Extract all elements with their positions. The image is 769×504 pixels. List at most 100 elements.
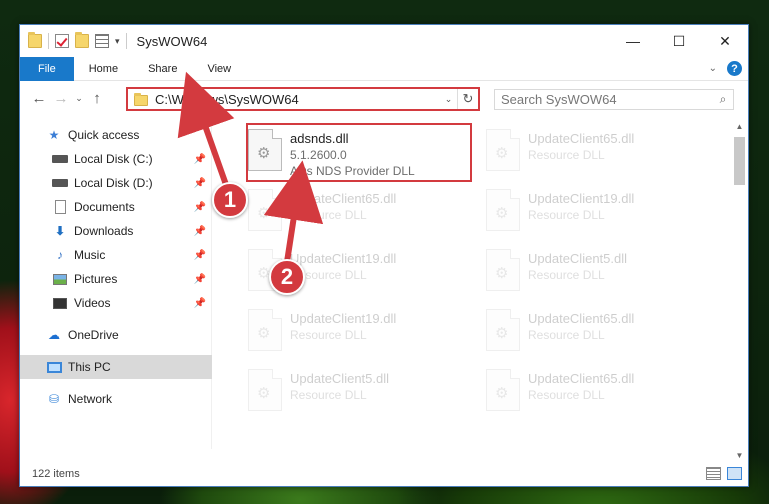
sidebar-item-label: Local Disk (D:) [74,176,153,190]
drive-icon [52,152,68,166]
file-name: UpdateClient65.dll [528,371,635,386]
pin-icon[interactable]: 📌 [194,274,206,285]
file-name: UpdateClient65.dll [528,311,635,326]
customize-icon[interactable] [95,34,109,48]
navigation-pane: ★ Quick access Local Disk (C:) 📌 Local D… [20,119,212,449]
network-icon: ⛁ [48,392,60,406]
maximize-button[interactable]: ☐ [656,25,702,57]
sidebar-item-label: Quick access [68,128,140,142]
callout-2: 2 [269,259,305,295]
forward-button[interactable]: → [50,90,72,107]
sidebar-item-videos[interactable]: Videos 📌 [20,291,212,315]
sidebar-item-network[interactable]: ⛁ Network [20,387,212,411]
cloud-icon: ☁ [48,328,60,342]
up-button[interactable]: ↑ [86,90,108,107]
qat-dropdown-icon[interactable]: ▾ [115,36,120,47]
properties-check-icon[interactable] [55,34,69,48]
sidebar-item-onedrive[interactable]: ☁ OneDrive [20,323,212,347]
file-item[interactable]: ⚙ UpdateClient5.dll Resource DLL [246,365,471,425]
vertical-scrollbar[interactable]: ▲ ▼ [731,119,748,464]
sidebar-item-local-disk-c[interactable]: Local Disk (C:) 📌 [20,147,212,171]
sidebar-item-downloads[interactable]: ⬇ Downloads 📌 [20,219,212,243]
pin-icon[interactable]: 📌 [194,298,206,309]
file-item[interactable]: ⚙ UpdateClient65.dll Resource DLL [484,365,709,425]
sidebar-item-label: Local Disk (C:) [74,152,153,166]
details-view-icon[interactable] [706,467,721,480]
scroll-up-icon[interactable]: ▲ [731,119,748,135]
status-bar: 122 items [20,462,748,486]
search-input[interactable]: Search SysWOW64 [501,92,713,107]
sidebar-item-quick-access[interactable]: ★ Quick access [20,123,212,147]
file-description: Resource DLL [290,208,367,222]
dll-file-icon: ⚙ [248,369,282,411]
file-description: Resource DLL [290,268,367,282]
quick-access-toolbar: ▾ [28,32,127,49]
view-switcher [706,467,742,480]
tab-file[interactable]: File [20,56,74,81]
tab-view[interactable]: View [192,57,246,81]
window-controls: — ☐ ✕ [610,25,748,57]
music-icon: ♪ [57,248,63,262]
file-name: UpdateClient5.dll [290,371,390,386]
refresh-icon[interactable]: ↻ [458,91,478,107]
sidebar-item-documents[interactable]: Documents 📌 [20,195,212,219]
folder-icon [134,93,148,106]
minimize-button[interactable]: — [610,25,656,57]
file-item[interactable]: ⚙ UpdateClient65.dll Resource DLL [484,305,709,365]
dll-file-icon: ⚙ [248,309,282,351]
pin-icon[interactable]: 📌 [194,154,206,165]
dll-file-icon: ⚙ [486,129,520,171]
dll-file-icon: ⚙ [248,189,282,231]
close-button[interactable]: ✕ [702,25,748,57]
navigation-bar: ← → ⌄ ↑ C:\Windows\SysWOW64 ⌄ ↻ Search S… [20,81,748,115]
sidebar-item-this-pc[interactable]: This PC [20,355,212,379]
star-icon: ★ [48,128,60,142]
sidebar-item-music[interactable]: ♪ Music 📌 [20,243,212,267]
file-description: Resource DLL [528,328,605,342]
sidebar-item-pictures[interactable]: Pictures 📌 [20,267,212,291]
file-name: UpdateClient65.dll [528,131,635,146]
file-item[interactable]: ⚙ UpdateClient65.dll Resource DLL [246,185,471,245]
file-item[interactable]: ⚙ UpdateClient19.dll Resource DLL [484,185,709,245]
pin-icon[interactable]: 📌 [194,178,206,189]
file-description: Resource DLL [290,328,367,342]
scroll-thumb[interactable] [734,137,745,185]
dll-file-icon: ⚙ [486,249,520,291]
callout-1: 1 [212,182,248,218]
file-name: UpdateClient65.dll [290,191,397,206]
sidebar-item-local-disk-d[interactable]: Local Disk (D:) 📌 [20,171,212,195]
pin-icon[interactable]: 📌 [194,250,206,261]
search-box[interactable]: Search SysWOW64 ⌕ [494,89,734,110]
file-item[interactable]: ⚙ UpdateClient19.dll Resource DLL [246,305,471,365]
tab-share[interactable]: Share [133,57,192,81]
file-item[interactable]: ⚙ UpdateClient5.dll Resource DLL [484,245,709,305]
chevron-down-icon[interactable]: ⌄ [440,89,458,109]
sidebar-item-label: Videos [74,296,111,310]
file-description: Resource DLL [528,268,605,282]
help-icon[interactable]: ? [727,61,742,76]
sidebar-item-label: This PC [68,360,111,374]
tab-home[interactable]: Home [74,57,133,81]
chevron-down-icon[interactable]: ⌄ [709,63,717,74]
search-icon[interactable]: ⌕ [713,92,733,107]
ribbon-right: ⌄ ? [709,61,742,76]
new-folder-icon[interactable] [75,32,89,48]
pin-icon[interactable]: 📌 [194,202,206,213]
tiles-view-icon[interactable] [727,467,742,480]
divider [125,33,127,49]
sidebar-item-label: OneDrive [68,328,119,342]
pin-icon[interactable]: 📌 [194,226,206,237]
drive-icon [52,176,68,190]
file-description: Resource DLL [528,208,605,222]
recent-locations-button[interactable]: ⌄ [72,93,86,104]
ribbon-tabs: File Home Share View ⌄ ? [20,56,748,81]
file-name: UpdateClient19.dll [290,311,397,326]
sidebar-item-label: Documents [74,200,135,214]
document-icon [52,200,68,214]
file-item[interactable]: ⚙ UpdateClient65.dll Resource DLL [484,125,709,185]
file-description: Resource DLL [528,388,605,402]
address-bar[interactable]: C:\Windows\SysWOW64 ⌄ ↻ [126,87,480,111]
address-path[interactable]: C:\Windows\SysWOW64 [155,92,440,107]
dll-file-icon: ⚙ [486,309,520,351]
back-button[interactable]: ← [28,90,50,107]
